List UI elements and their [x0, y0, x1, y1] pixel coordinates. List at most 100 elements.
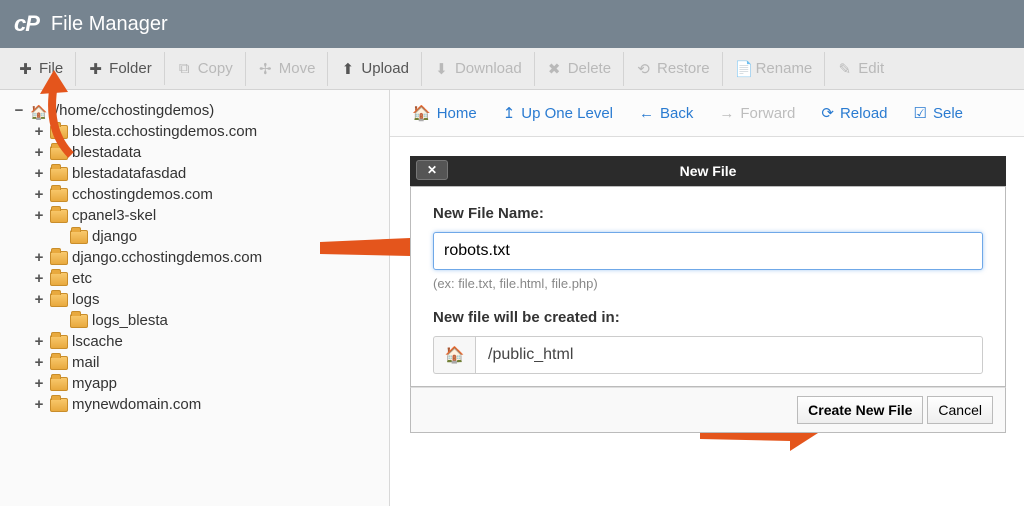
copy-icon: ⧉ [177, 60, 192, 77]
folder-icon [50, 209, 68, 223]
dialog-titlebar[interactable]: ✕ New File [410, 156, 1006, 186]
tree-item[interactable]: + django.cchostingdemos.com [12, 247, 383, 268]
folder-icon [50, 335, 68, 349]
tree-item[interactable]: +mynewdomain.com [12, 394, 383, 415]
main-toolbar: ✚ File ✚ Folder ⧉ Copy ✢ Move ⬆ Upload ⬇… [0, 48, 1024, 90]
edit-button[interactable]: ✎ Edit [824, 52, 896, 86]
right-arrow-icon: → [719, 105, 734, 122]
tree-item[interactable]: + logs [12, 289, 383, 310]
tree-root-label: (/home/cchostingdemos) [50, 102, 214, 119]
download-button[interactable]: ⬇ Download [421, 52, 534, 86]
up-arrow-icon: ↥ [503, 104, 516, 122]
move-button[interactable]: ✢ Move [245, 52, 328, 86]
expand-icon[interactable]: + [32, 123, 46, 140]
expand-icon[interactable]: + [32, 333, 46, 350]
expand-icon[interactable]: + [32, 144, 46, 161]
expand-icon[interactable]: + [32, 270, 46, 287]
folder-icon [50, 398, 68, 412]
rename-label: Rename [756, 60, 813, 77]
tree-item-label: lscache [72, 333, 123, 350]
collapse-icon[interactable]: − [12, 102, 26, 119]
expand-icon[interactable]: + [32, 396, 46, 413]
folder-icon [50, 293, 68, 307]
folder-icon [50, 167, 68, 181]
nav-home-button[interactable]: 🏠 Home [400, 98, 489, 128]
tree-item-label: etc [72, 270, 92, 287]
reload-icon: ⟳ [821, 104, 834, 122]
nav-forward-button[interactable]: → Forward [707, 99, 807, 128]
check-icon: ☑ [914, 104, 927, 122]
expand-icon[interactable]: + [32, 207, 46, 224]
tree-item[interactable]: + lscache [12, 331, 383, 352]
tree-item-label: logs [72, 291, 100, 308]
dialog-close-button[interactable]: ✕ [416, 160, 448, 180]
tree-item[interactable]: +blestadata [12, 142, 383, 163]
rename-button[interactable]: 📄 Rename [722, 52, 825, 86]
expand-icon[interactable]: + [32, 186, 46, 203]
tree-item[interactable]: +cchostingdemos.com [12, 184, 383, 205]
tree-item[interactable]: +cpanel3-skel [12, 205, 383, 226]
restore-label: Restore [657, 60, 710, 77]
nav-reload-label: Reload [840, 105, 888, 122]
tree-item-label: django.cchostingdemos.com [72, 249, 262, 266]
cancel-button[interactable]: Cancel [927, 396, 993, 424]
folder-icon [50, 356, 68, 370]
path-label: New file will be created in: [433, 309, 983, 326]
filename-hint: (ex: file.txt, file.html, file.php) [433, 276, 983, 291]
download-label: Download [455, 60, 522, 77]
tree-item-label: mail [72, 354, 100, 371]
tree-root[interactable]: − 🏠 (/home/cchostingdemos) [12, 100, 383, 121]
edit-label: Edit [858, 60, 884, 77]
folder-icon [50, 251, 68, 265]
new-file-button[interactable]: ✚ File [6, 52, 75, 86]
restore-button[interactable]: ⟲ Restore [623, 52, 722, 86]
plus-icon: ✚ [88, 60, 103, 78]
tree-item[interactable]: logs_blesta [12, 310, 383, 331]
move-label: Move [279, 60, 316, 77]
nav-up-button[interactable]: ↥ Up One Level [491, 98, 625, 128]
restore-icon: ⟲ [636, 60, 651, 78]
tree-item[interactable]: + myapp [12, 373, 383, 394]
nav-forward-label: Forward [740, 105, 795, 122]
download-icon: ⬇ [434, 60, 449, 78]
copy-button[interactable]: ⧉ Copy [164, 52, 245, 85]
path-value[interactable]: /public_html [475, 336, 983, 374]
folder-label: Folder [109, 60, 152, 77]
folder-icon [70, 314, 88, 328]
nav-select-label: Sele [933, 105, 963, 122]
home-icon: 🏠 [412, 104, 431, 122]
nav-reload-button[interactable]: ⟳ Reload [809, 98, 899, 128]
folder-icon [50, 125, 68, 139]
expand-icon[interactable]: + [32, 165, 46, 182]
expand-icon[interactable]: + [32, 291, 46, 308]
delete-icon: ✖ [547, 60, 562, 78]
upload-button[interactable]: ⬆ Upload [327, 52, 421, 86]
tree-item[interactable]: + etc [12, 268, 383, 289]
upload-icon: ⬆ [340, 60, 355, 78]
nav-up-label: Up One Level [521, 105, 613, 122]
folder-tree[interactable]: − 🏠 (/home/cchostingdemos) + blesta.cchos… [0, 90, 390, 506]
new-folder-button[interactable]: ✚ Folder [75, 52, 164, 86]
create-file-button[interactable]: Create New File [797, 396, 923, 424]
expand-icon[interactable]: + [32, 375, 46, 392]
tree-item[interactable]: +blestadatafasdad [12, 163, 383, 184]
tree-item[interactable]: django [12, 226, 383, 247]
tree-item-label: myapp [72, 375, 117, 392]
filename-label: New File Name: [433, 205, 983, 222]
upload-label: Upload [361, 60, 409, 77]
expand-icon[interactable]: + [32, 354, 46, 371]
delete-button[interactable]: ✖ Delete [534, 52, 623, 86]
filename-input[interactable] [433, 232, 983, 270]
tree-item-label: logs_blesta [92, 312, 168, 329]
tree-item-label: blesta.cchostingdemos.com [72, 123, 257, 140]
dialog-footer: Create New File Cancel [410, 387, 1006, 433]
nav-back-label: Back [660, 105, 693, 122]
expand-icon[interactable]: + [32, 249, 46, 266]
new-file-dialog: ✕ New File New File Name: (ex: file.txt,… [410, 156, 1006, 433]
nav-toolbar: 🏠 Home ↥ Up One Level ← Back → Forward ⟳… [390, 90, 1024, 137]
nav-select-all-button[interactable]: ☑ Sele [902, 98, 975, 128]
tree-item[interactable]: + mail [12, 352, 383, 373]
tree-item[interactable]: + blesta.cchostingdemos.com [12, 121, 383, 142]
file-label: File [39, 60, 63, 77]
nav-back-button[interactable]: ← Back [627, 99, 705, 128]
